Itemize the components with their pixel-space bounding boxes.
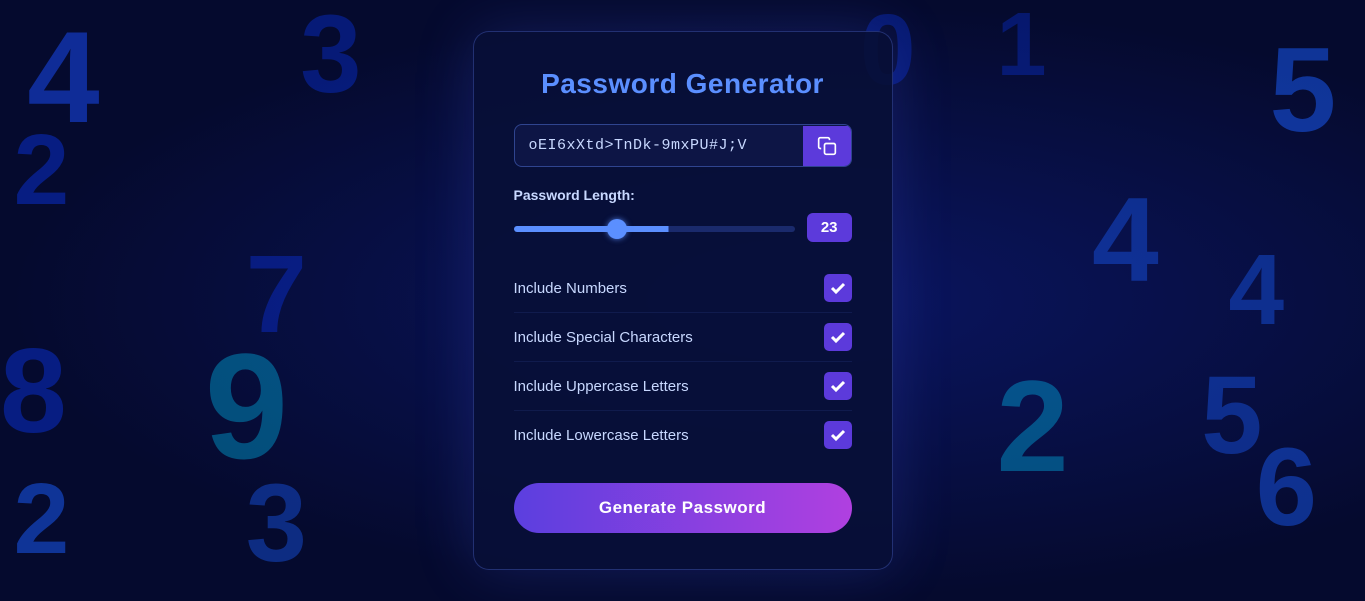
background-number: 2 <box>14 120 70 220</box>
length-slider[interactable] <box>514 226 795 232</box>
background-number: 5 <box>1269 30 1336 150</box>
background-number: 8 <box>0 331 67 451</box>
background-number: 1 <box>996 0 1046 90</box>
option-label-lowercase: Include Lowercase Letters <box>514 427 689 444</box>
background-number: 3 <box>246 469 307 579</box>
password-output: oEI6xXtd>TnDk-9mxPU#J;V <box>515 125 803 166</box>
background-number: 4 <box>1092 180 1159 300</box>
background-number: 5 <box>1201 361 1262 471</box>
option-label-special: Include Special Characters <box>514 329 693 346</box>
check-icon <box>830 378 846 394</box>
checkbox-uppercase[interactable] <box>824 372 852 400</box>
background-number: 2 <box>14 469 70 569</box>
option-row-numbers: Include Numbers <box>514 264 852 313</box>
option-label-numbers: Include Numbers <box>514 280 627 297</box>
generate-password-button[interactable]: Generate Password <box>514 483 852 533</box>
copy-button[interactable] <box>803 126 851 166</box>
length-label: Password Length: <box>514 187 852 203</box>
password-generator-card: Password Generator oEI6xXtd>TnDk-9mxPU#J… <box>473 31 893 570</box>
slider-wrapper <box>514 219 795 237</box>
length-value-display: 23 <box>807 213 852 242</box>
checkbox-lowercase[interactable] <box>824 421 852 449</box>
copy-icon <box>817 136 837 156</box>
card-title: Password Generator <box>514 68 852 100</box>
background-number: 9 <box>205 331 288 481</box>
option-row-special: Include Special Characters <box>514 313 852 362</box>
check-icon <box>830 329 846 345</box>
option-label-uppercase: Include Uppercase Letters <box>514 378 689 395</box>
background-number: 2 <box>996 361 1068 491</box>
check-icon <box>830 280 846 296</box>
options-container: Include Numbers Include Special Character… <box>514 264 852 459</box>
background-number: 6 <box>1256 433 1317 543</box>
checkbox-special[interactable] <box>824 323 852 351</box>
check-icon <box>830 427 846 443</box>
option-row-lowercase: Include Lowercase Letters <box>514 411 852 459</box>
slider-row: 23 <box>514 213 852 242</box>
password-display-row: oEI6xXtd>TnDk-9mxPU#J;V <box>514 124 852 167</box>
background-number: 3 <box>300 0 361 110</box>
option-row-uppercase: Include Uppercase Letters <box>514 362 852 411</box>
background-number: 4 <box>1229 240 1285 340</box>
checkbox-numbers[interactable] <box>824 274 852 302</box>
